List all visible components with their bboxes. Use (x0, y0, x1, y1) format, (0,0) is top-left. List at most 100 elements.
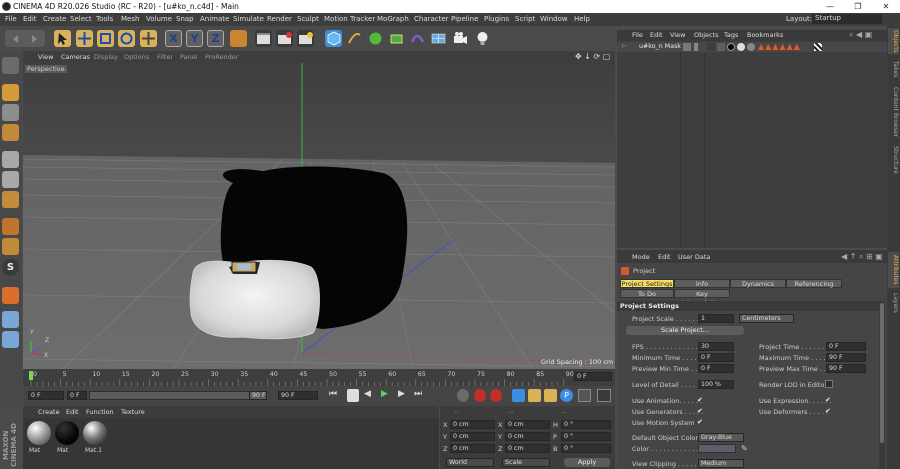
maximize-button[interactable]: ❐ (844, 0, 872, 13)
key-position-icon[interactable] (512, 389, 525, 402)
key-previous-icon[interactable] (347, 389, 359, 402)
viewport-menu-panel[interactable]: Panel (180, 53, 198, 61)
render-to-picture-viewer-icon[interactable] (276, 30, 293, 47)
use-motion-system-checkbox[interactable]: ✔ (697, 418, 705, 426)
side-tab-structure[interactable]: Structure (888, 144, 899, 176)
menu-edit[interactable]: Edit (23, 15, 37, 23)
object-menu-view[interactable]: View (670, 31, 685, 39)
tab-project-settings[interactable]: Project Settings (620, 279, 674, 288)
go-to-start-icon[interactable]: ⏮ (329, 389, 341, 402)
tab-referencing[interactable]: Referencing (786, 279, 842, 288)
menu-help[interactable]: Help (574, 15, 590, 23)
menu-sculpt[interactable]: Sculpt (297, 15, 319, 23)
project-scale-field[interactable]: 1 (698, 314, 734, 323)
keyframe-selection-icon[interactable] (490, 389, 502, 402)
polygons-mode-icon[interactable] (2, 191, 19, 208)
step-forward-icon[interactable]: ▶ (398, 389, 410, 402)
menu-volume[interactable]: Volume (146, 15, 172, 23)
object-menu-objects[interactable]: Objects (694, 31, 719, 39)
workplane-icon[interactable] (2, 311, 19, 328)
light-icon[interactable] (474, 30, 491, 47)
end-frame-field[interactable]: 90 F (278, 391, 318, 400)
material-swatch[interactable]: Mat (26, 418, 53, 462)
make-editable-icon[interactable] (2, 57, 19, 74)
side-tab-content-browser[interactable]: Content Browser (888, 84, 899, 140)
x-axis-lock-icon[interactable]: X (165, 30, 182, 47)
tab-info[interactable]: Info (674, 279, 730, 288)
level-of-detail-field[interactable]: 100 % (698, 380, 734, 389)
menu-script[interactable]: Script (515, 15, 535, 23)
model-mode-icon[interactable] (2, 84, 19, 101)
menu-tools[interactable]: Tools (96, 15, 113, 23)
go-to-end-icon[interactable]: ⏭ (414, 389, 426, 402)
menu-select[interactable]: Select (70, 15, 92, 23)
rotation-b-field[interactable]: 0 ° (561, 444, 611, 453)
preview-max-field[interactable]: 90 F (826, 364, 866, 373)
coordinate-system-icon[interactable] (230, 30, 247, 47)
render-lod-checkbox[interactable] (825, 380, 833, 388)
axis-mode-icon[interactable] (2, 218, 19, 235)
menu-motion-tracker[interactable]: Motion Tracker (324, 15, 375, 23)
attr-menu-user-data[interactable]: User Data (678, 253, 710, 261)
tab-to-do[interactable]: To Do (620, 289, 674, 298)
tab-key-interpolation[interactable]: Key Interpolation (674, 289, 730, 307)
rotate-tool-icon[interactable] (118, 30, 135, 47)
position-z-field[interactable]: 0 cm (450, 444, 495, 453)
key-scale-icon[interactable] (528, 389, 541, 402)
generator-check-icon[interactable] (707, 43, 715, 51)
project-scale-unit-dropdown[interactable]: Centimeters (739, 314, 794, 323)
object-menu-bookmarks[interactable]: Bookmarks (747, 31, 783, 39)
attr-menu-mode[interactable]: Mode (632, 253, 650, 261)
autokey-icon[interactable] (474, 389, 486, 402)
viewport-nav-icons[interactable]: ✥ ↓ ⟳ ▢ (575, 52, 610, 61)
selection-arrow-icon[interactable] (54, 30, 71, 47)
points-mode-icon[interactable] (2, 151, 19, 168)
fps-field[interactable]: 30 (698, 342, 734, 351)
menu-simulate[interactable]: Simulate (233, 15, 264, 23)
tab-dynamics[interactable]: Dynamics (730, 279, 786, 288)
use-generators-checkbox[interactable]: ✔ (697, 407, 705, 415)
viewport-menu-filter[interactable]: Filter (157, 53, 173, 61)
use-animation-checkbox[interactable]: ✔ (697, 396, 705, 404)
color-picker-icon[interactable]: ✎ (741, 444, 748, 453)
minimize-button[interactable]: — (816, 0, 844, 13)
menu-plugins[interactable]: Plugins (484, 15, 509, 23)
menu-window[interactable]: Window (540, 15, 568, 23)
position-x-field[interactable]: 0 cm (450, 420, 495, 429)
magnet-icon[interactable] (2, 287, 19, 304)
workplane-mode-icon[interactable] (2, 124, 19, 141)
menu-create[interactable]: Create (43, 15, 66, 23)
menu-mesh[interactable]: Mesh (121, 15, 139, 23)
side-tab-attributes[interactable]: Attributes (888, 252, 899, 288)
default-object-color-dropdown[interactable]: Gray-Blue (698, 433, 744, 442)
size-z-field[interactable]: 0 cm (505, 444, 550, 453)
record-active-icon[interactable] (457, 389, 469, 402)
phong-tag-icons[interactable]: ▲▲▲▲▲▲ (758, 42, 801, 51)
scale-project-button[interactable]: Scale Project... (626, 326, 744, 335)
preview-max-field[interactable]: 90 F (249, 391, 267, 400)
visibility-editor-dot[interactable] (694, 43, 698, 51)
material-tag-icon[interactable] (737, 43, 745, 51)
object-menu-file[interactable]: File (632, 31, 643, 39)
size-y-field[interactable]: 0 cm (505, 432, 550, 441)
key-rotation-icon[interactable] (544, 389, 557, 402)
color-swatch[interactable] (698, 444, 736, 453)
start-frame-field[interactable]: 0 F (28, 391, 64, 400)
side-tab-takes[interactable]: Takes (888, 58, 899, 80)
object-row[interactable]: ⊢ u#ko_n Mask ▲▲▲▲▲▲ (617, 42, 887, 52)
menu-character[interactable]: Character (414, 15, 449, 23)
tag-grid-icon[interactable] (717, 43, 725, 51)
object-menu-tags[interactable]: Tags (724, 31, 738, 39)
apply-button[interactable]: Apply (564, 458, 610, 467)
cube-primitive-icon[interactable] (325, 30, 342, 47)
material-menu-edit[interactable]: Edit (66, 408, 79, 416)
side-tab-objects[interactable]: Objects (888, 28, 899, 54)
texture-mode-icon[interactable] (2, 104, 19, 121)
menu-animate[interactable]: Animate (200, 15, 229, 23)
subdivision-generator-icon[interactable] (367, 30, 384, 47)
object-search-icon[interactable]: ⌕ ◀ ▣ (849, 30, 872, 40)
side-tab-layers[interactable]: Layers (888, 292, 899, 314)
timeline-window-icon[interactable] (597, 389, 611, 402)
material-swatch[interactable]: Mat.1 (82, 418, 109, 462)
pen-spline-icon[interactable] (346, 30, 363, 47)
